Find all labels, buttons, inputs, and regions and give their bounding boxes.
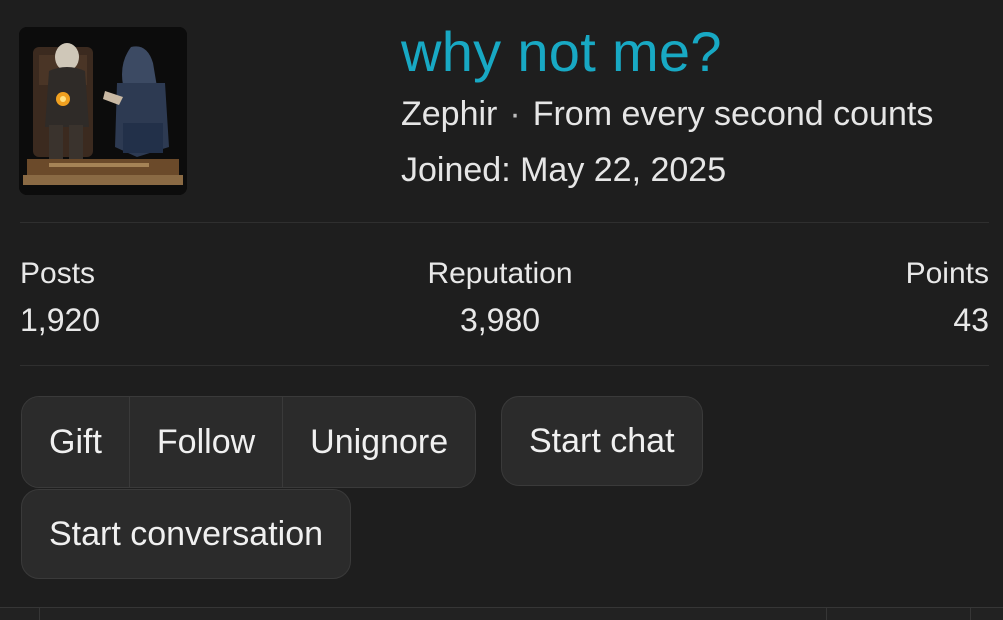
divider-middle	[20, 365, 989, 366]
stat-label-reputation: Reputation	[427, 257, 573, 290]
tab-divider	[826, 608, 827, 620]
username[interactable]: why not me?	[401, 18, 983, 86]
divider-top	[20, 222, 989, 223]
avatar-image	[19, 27, 187, 195]
stat-points[interactable]: Points 43	[906, 254, 989, 340]
stat-posts[interactable]: Posts 1,920	[20, 254, 100, 340]
tab-divider	[970, 608, 971, 620]
avatar[interactable]	[19, 27, 187, 195]
stat-value-reputation: 3,980	[459, 302, 541, 338]
user-title-line: Zephir · From every second counts	[401, 92, 983, 136]
unignore-button[interactable]: Unignore	[283, 397, 476, 487]
display-name: Zephir	[401, 95, 498, 133]
start-conversation-button[interactable]: Start conversation	[21, 489, 352, 579]
stat-value-points: 43	[953, 302, 989, 338]
stat-reputation[interactable]: Reputation 3,980	[421, 254, 579, 340]
tab-divider	[39, 608, 40, 620]
stat-label-posts: Posts	[20, 257, 96, 290]
follow-button[interactable]: Follow	[129, 397, 284, 487]
separator-dot: ·	[509, 95, 521, 133]
member-profile-card: why not me? Zephir · From every second cou…	[0, 0, 1003, 620]
start-chat-button[interactable]: Start chat	[501, 396, 703, 486]
user-tagline: From every second counts	[532, 95, 934, 133]
gift-button[interactable]: Gift	[22, 397, 130, 487]
tab-strip	[0, 607, 1003, 620]
member-action-group: Gift Follow Unignore	[21, 396, 477, 488]
stat-label-points: Points	[905, 257, 989, 290]
profile-info: why not me? Zephir · From every second cou…	[401, 18, 983, 192]
stat-value-posts: 1,920	[20, 302, 101, 338]
joined-date: Joined: May 22, 2025	[401, 151, 727, 189]
